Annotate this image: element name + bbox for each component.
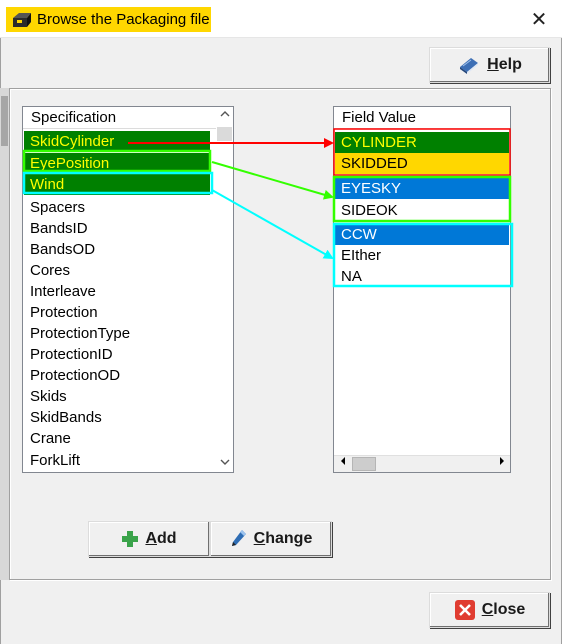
outer-scrollbar-thumb[interactable]: [1, 96, 8, 146]
add-button[interactable]: Add: [88, 521, 210, 557]
field-value-hscrollbar[interactable]: [334, 455, 510, 472]
specification-header: Specification: [23, 107, 216, 129]
plus-icon: [122, 531, 139, 547]
close-label-accel: C: [481, 601, 494, 618]
help-button[interactable]: Help: [429, 47, 550, 83]
field-value-hscroll-thumb[interactable]: [352, 457, 376, 471]
field-value-item[interactable]: CCW: [335, 224, 509, 245]
specification-scrollbar[interactable]: [216, 107, 233, 472]
specification-item[interactable]: BandsID: [24, 218, 210, 239]
add-label: dd: [157, 530, 177, 547]
package-icon: [11, 11, 33, 29]
help-label: elp: [498, 56, 522, 73]
specification-item[interactable]: ProtectionID: [24, 344, 210, 365]
scroll-up-icon[interactable]: [216, 107, 233, 124]
close-label: lose: [493, 601, 526, 618]
change-label-accel: C: [253, 530, 266, 547]
specification-item[interactable]: SkidCylinder: [24, 131, 210, 152]
pencil-icon: [231, 530, 246, 546]
red-x-icon: [454, 600, 475, 620]
field-value-item[interactable]: SKIDDED: [335, 153, 509, 174]
specification-item[interactable]: BandsOD: [24, 239, 210, 260]
window-title: Browse the Packaging file: [37, 11, 210, 28]
field-value-item[interactable]: SIDEOK: [335, 200, 509, 221]
scroll-left-icon[interactable]: [334, 456, 351, 472]
field-value-list[interactable]: Field Value CYLINDER SKIDDED EYESKY SIDEOK C…: [333, 106, 511, 473]
field-value-item[interactable]: NA: [335, 266, 509, 287]
specification-item[interactable]: Wind: [24, 174, 210, 195]
specification-item[interactable]: Cores: [24, 260, 210, 281]
window-close-button[interactable]: ✕: [524, 8, 554, 32]
specification-item[interactable]: ProtectionOD: [24, 365, 210, 386]
field-value-item[interactable]: EYESKY: [335, 178, 509, 199]
specification-item[interactable]: ForkLift: [24, 450, 210, 471]
change-label: hange: [265, 530, 313, 547]
specification-item[interactable]: Protection: [24, 302, 210, 323]
title-bar: Browse the Packaging file ✕: [0, 0, 562, 38]
specification-item[interactable]: Crane: [24, 428, 210, 449]
add-label-accel: A: [145, 530, 157, 547]
specification-list[interactable]: Specification SkidCylinder EyePosition Win…: [22, 106, 234, 473]
field-value-item[interactable]: EIther: [335, 245, 509, 266]
close-button[interactable]: Close: [429, 592, 550, 628]
title-highlight: Browse the Packaging file: [6, 7, 211, 32]
field-value-item[interactable]: CYLINDER: [335, 132, 509, 153]
outer-scrollbar[interactable]: [0, 88, 9, 580]
help-label-accel: H: [487, 56, 499, 73]
specification-scroll-thumb[interactable]: [217, 127, 232, 141]
book-icon: [460, 58, 479, 74]
specification-item[interactable]: SkidBands: [24, 407, 210, 428]
scroll-right-icon[interactable]: [493, 456, 510, 472]
specification-item[interactable]: Spacers: [24, 197, 210, 218]
specification-item[interactable]: Interleave: [24, 281, 210, 302]
specification-item[interactable]: ProtectionType: [24, 323, 210, 344]
field-value-header: Field Value: [334, 107, 510, 129]
change-button[interactable]: Change: [210, 521, 332, 557]
scroll-down-icon[interactable]: [216, 455, 233, 472]
specification-item[interactable]: EyePosition: [24, 153, 210, 174]
specification-item[interactable]: Skids: [24, 386, 210, 407]
